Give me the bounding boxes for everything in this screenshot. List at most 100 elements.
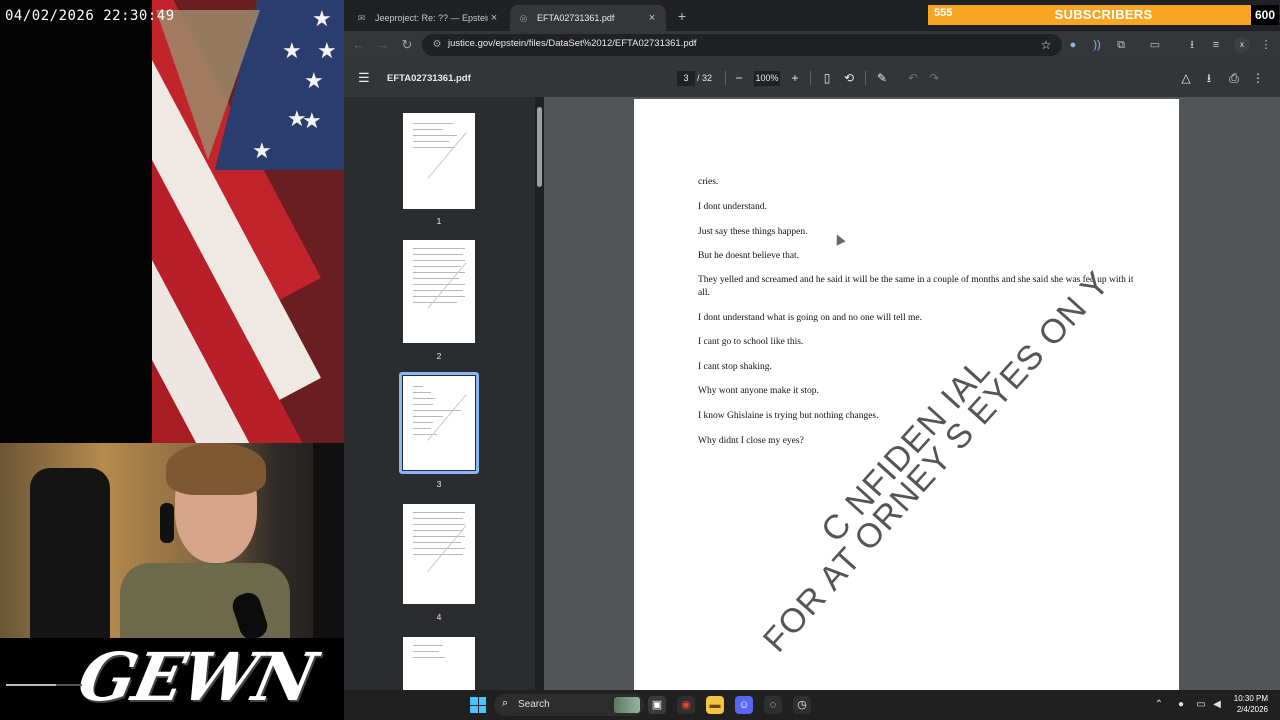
close-icon[interactable]: × [488, 12, 500, 24]
star-icon: ★ [302, 108, 322, 133]
thumb-text-line [413, 135, 457, 136]
extensions-puzzle-icon[interactable]: ⧉ [1113, 37, 1129, 53]
divider [725, 71, 726, 85]
app-icon[interactable]: ◌ [764, 696, 782, 714]
task-view-icon[interactable]: ▣ [648, 696, 666, 714]
download-icon[interactable]: ⭳ [1184, 37, 1200, 53]
tab-strip: ✉ Jeeproject: Re: ?? — Epstein Em × ◎ EF… [344, 0, 1280, 31]
pdf-filename: EFTA02731361.pdf [387, 73, 471, 84]
thumbnail-label: 2 [436, 351, 442, 361]
scrollbar-thumb[interactable] [537, 107, 542, 187]
thumb-text-line [413, 651, 439, 652]
system-date: 2/4/2026 [1236, 705, 1268, 714]
page-thumbnail-2[interactable] [403, 240, 475, 343]
progress-line [6, 684, 56, 686]
windows-taskbar: ⌕ Search ▣ ◉ ▬ ☺ ◌ ◷ ⌃ ● ▭ ◀ 10:30 PM 2/… [344, 690, 1280, 720]
menu-kebab-icon[interactable]: ⋮ [1258, 37, 1274, 53]
windows-start-icon[interactable] [470, 697, 486, 713]
thumb-text-line [413, 386, 423, 387]
thumb-text-line [413, 554, 463, 555]
address-bar[interactable]: ⚙ justice.gov/epstein/files/DataSet%2012… [422, 34, 1062, 56]
zoom-in-icon[interactable]: + [787, 70, 803, 86]
profile-avatar[interactable]: x [1234, 37, 1250, 53]
star-icon: ★ [252, 138, 272, 163]
channel-logo: GEWN [71, 638, 322, 716]
page-thumbnail-5[interactable] [403, 637, 475, 690]
print-icon[interactable]: ⎙ [1226, 70, 1242, 86]
download-icon[interactable]: ⭳ [1201, 70, 1217, 86]
volume-icon[interactable]: ◀ [1210, 698, 1224, 712]
tab-pdf[interactable]: ◎ EFTA02731361.pdf × [510, 5, 666, 31]
thumb-text-line [413, 147, 455, 148]
tray-chevron-icon[interactable]: ⌃ [1152, 698, 1166, 712]
discord-icon[interactable]: ☺ [735, 696, 753, 714]
page-text-line: I cant stop shaking. [698, 362, 772, 372]
redo-icon[interactable]: ↷ [926, 70, 942, 86]
site-info-icon[interactable]: ⚙ [430, 38, 444, 52]
tab-label: EFTA02731361.pdf [537, 13, 615, 23]
webcam-feed [0, 443, 344, 638]
tab-email[interactable]: ✉ Jeeproject: Re: ?? — Epstein Em × [348, 5, 508, 31]
bookmark-star-icon[interactable]: ☆ [1038, 37, 1054, 53]
thumb-watermark [427, 132, 467, 180]
search-icon: ⌕ [502, 697, 509, 709]
annotate-pen-icon[interactable]: ✎ [874, 70, 890, 86]
globe-icon: ◎ [519, 12, 528, 23]
page-thumbnail-1[interactable] [403, 113, 475, 209]
sidebar-scrollbar[interactable] [535, 97, 544, 690]
close-icon[interactable]: × [646, 12, 658, 24]
zoom-level-input[interactable]: 100% [754, 71, 780, 86]
microphone-tray-icon[interactable]: ● [1174, 698, 1188, 712]
page-text-line: I dont understand. [698, 202, 767, 212]
back-button[interactable]: ← [350, 36, 368, 54]
undo-icon[interactable]: ↶ [905, 70, 921, 86]
cast-icon[interactable]: ▭ [1147, 37, 1163, 53]
clock-app-icon[interactable]: ◷ [793, 696, 811, 714]
thumb-text-line [413, 645, 443, 646]
streamer-hair [166, 443, 266, 495]
star-icon: ★ [282, 38, 302, 63]
star-icon: ★ [317, 38, 337, 63]
browser-toolbar: ← → ↻ ⚙ justice.gov/epstein/files/DataSe… [344, 31, 1280, 59]
page-thumbnail-3[interactable] [403, 376, 475, 470]
reload-button[interactable]: ↻ [398, 36, 416, 54]
page-text-line: cries. [698, 177, 719, 187]
pdf-page: cries. I dont understand. Just say these… [634, 99, 1179, 690]
webcam-edge [313, 443, 344, 638]
hamburger-menu-icon[interactable]: ☰ [358, 71, 372, 85]
headset-icon [160, 503, 174, 543]
pdf-toolbar: ☰ EFTA02731361.pdf 3 / 32 − 100% + ▯ ⟲ ✎… [344, 59, 1280, 97]
flag-video: ★ ★ ★ ★ ★ ★ ★ [152, 0, 344, 443]
page-thumbnail-4[interactable] [403, 504, 475, 604]
drive-save-icon[interactable]: △ [1178, 70, 1194, 86]
page-total: / 32 [697, 73, 713, 83]
thumbnail-label: 3 [436, 479, 442, 489]
new-tab-button[interactable]: + [672, 6, 692, 26]
more-options-icon[interactable]: ⋮ [1250, 70, 1266, 86]
rotate-icon[interactable]: ⟲ [841, 70, 857, 86]
chrome-icon[interactable]: ◉ [677, 696, 695, 714]
extension-icon[interactable]: ● [1065, 37, 1081, 53]
thumb-text-line [413, 542, 461, 543]
flag-pole-shadow [156, 10, 260, 160]
system-clock[interactable]: 10:30 PM 2/4/2026 [1224, 693, 1268, 715]
zoom-out-icon[interactable]: − [731, 70, 747, 86]
file-explorer-icon[interactable]: ▬ [706, 696, 724, 714]
subscriber-count: 555 [934, 7, 953, 19]
search-label: Search [518, 699, 550, 710]
subscriber-title: SUBSCRIBERS [1054, 7, 1153, 22]
forward-button[interactable]: → [374, 36, 392, 54]
read-aloud-icon[interactable]: )) [1089, 37, 1105, 53]
search-highlight-image [614, 697, 640, 713]
gaming-chair [30, 468, 110, 638]
taskbar-search[interactable]: ⌕ Search [494, 694, 644, 716]
media-control-icon[interactable]: ≡ [1208, 37, 1224, 53]
network-icon[interactable]: ▭ [1194, 698, 1208, 712]
screen: ★ ★ ★ ★ ★ ★ ★ 04/02/2026 22:30:49 GEWN ✉… [0, 0, 1280, 720]
start-tile [470, 705, 478, 713]
fit-page-icon[interactable]: ▯ [819, 70, 835, 86]
thumb-text-line [413, 296, 465, 297]
page-number-input[interactable]: 3 [677, 71, 695, 86]
thumbnail-sidebar: 1 2 3 4 [344, 97, 544, 690]
thumbnail-label: 1 [436, 216, 442, 226]
